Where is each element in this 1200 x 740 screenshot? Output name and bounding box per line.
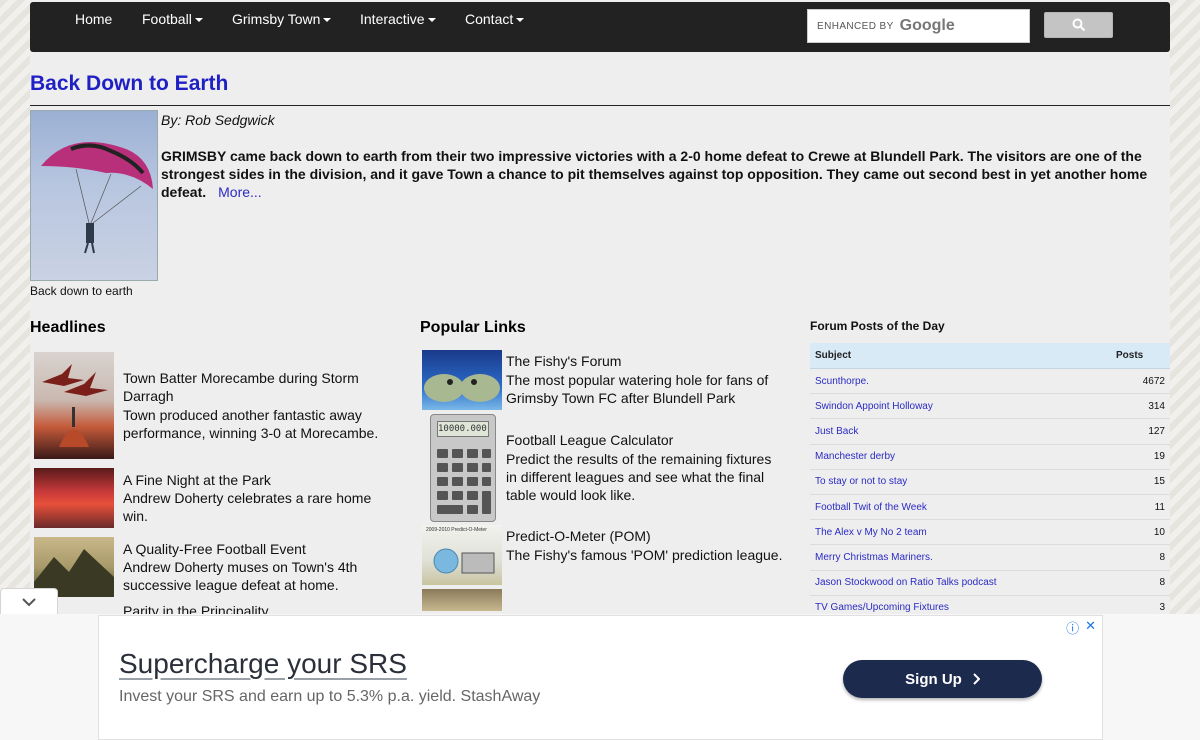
- nav-interactive-label: Interactive: [360, 11, 425, 27]
- forum-post-count: 8: [1159, 577, 1165, 589]
- popular-link-thumbnail: [422, 589, 502, 611]
- pom-label: 2009-2010 Predict-O-Meter: [426, 527, 487, 533]
- title-divider: [30, 105, 1170, 106]
- forum-subject-link[interactable]: Football Twit of the Week: [810, 502, 1110, 513]
- forum-post-count: 19: [1153, 451, 1165, 463]
- forum-subject-link[interactable]: TV Games/Upcoming Fixtures: [810, 602, 1110, 613]
- popular-link-desc: The most popular watering hole for fans …: [506, 372, 769, 406]
- forum-subject-link[interactable]: Scunthorpe.: [810, 376, 1110, 387]
- nav-home[interactable]: Home: [75, 11, 112, 27]
- forum-subject-link[interactable]: Merry Christmas Mariners.: [810, 552, 1110, 563]
- chevron-down-icon: [22, 597, 36, 606]
- popular-link[interactable]: Predict-O-Meter (POM): [506, 527, 786, 545]
- caret-down-icon: [516, 17, 525, 22]
- forum-col-subject: Subject: [815, 350, 852, 361]
- ad-headline[interactable]: Supercharge your SRS: [119, 648, 407, 680]
- headline-link[interactable]: A Quality-Free Football Event: [123, 540, 383, 558]
- image-caption: Back down to earth: [30, 284, 133, 298]
- forum-post-count: 15: [1153, 476, 1165, 488]
- article-lead: GRIMSBY came back down to earth from the…: [161, 147, 1161, 201]
- forum-post-count: 4672: [1142, 375, 1165, 387]
- more-link[interactable]: More...: [218, 184, 262, 200]
- table-row[interactable]: To stay or not to stay 15: [810, 470, 1170, 495]
- calculator-icon: 10000.000: [430, 414, 496, 522]
- forum-subject-link[interactable]: Swindon Appoint Holloway: [810, 401, 1110, 412]
- search-icon: [1072, 18, 1085, 32]
- table-row[interactable]: Swindon Appoint Holloway 314: [810, 394, 1170, 420]
- chevron-right-icon: [973, 673, 980, 685]
- forum-post-count: 3: [1159, 602, 1165, 614]
- sign-up-button[interactable]: Sign Up: [843, 660, 1042, 698]
- forum-post-count: 127: [1148, 425, 1165, 437]
- headlines-title: Headlines: [30, 319, 106, 336]
- close-icon[interactable]: ✕: [1085, 618, 1096, 637]
- forum-table: Subject Posts Scunthorpe. 4672 Swindon Ap…: [810, 343, 1170, 621]
- popular-link[interactable]: The Fishy's Forum: [506, 352, 786, 370]
- forum-post-count: 11: [1154, 501, 1165, 513]
- table-row[interactable]: The Alex v My No 2 team 10: [810, 520, 1170, 546]
- popular-link-thumbnail: 2009-2010 Predict-O-Meter: [422, 525, 502, 585]
- nav-interactive[interactable]: Interactive: [360, 11, 436, 27]
- table-row[interactable]: Manchester derby 19: [810, 445, 1170, 470]
- popular-link-desc: The Fishy's famous 'POM' prediction leag…: [506, 547, 783, 563]
- search-input[interactable]: ENHANCED BY Google: [807, 9, 1030, 43]
- popular-links-title: Popular Links: [420, 319, 526, 336]
- headline-link[interactable]: Parity in the Principality: [123, 602, 383, 614]
- forum-subject-link[interactable]: Just Back: [810, 426, 1110, 437]
- nav-contact-label: Contact: [465, 11, 514, 27]
- nav-football-label: Football: [142, 11, 192, 27]
- forum-post-count: 10: [1153, 526, 1165, 538]
- headline-desc: Andrew Doherty muses on Town's 4th succe…: [123, 559, 358, 593]
- forum-title: Forum Posts of the Day: [810, 319, 945, 333]
- nav-home-label: Home: [75, 11, 113, 27]
- table-row[interactable]: Jason Stockwood on Ratio Talks podcast 8: [810, 571, 1170, 596]
- headline-desc: Town produced another fantastic away per…: [123, 407, 379, 441]
- top-navbar: Home Football Grimsby Town Interactive C…: [30, 2, 1170, 52]
- headline-link[interactable]: Town Batter Morecambe during Storm Darra…: [123, 369, 373, 405]
- nav-grimsby-town-label: Grimsby Town: [232, 11, 321, 27]
- headline-thumbnail: [34, 352, 114, 459]
- headline-desc: Andrew Doherty celebrates a rare home wi…: [123, 490, 372, 524]
- parachute-image: [41, 141, 153, 254]
- forum-subject-link[interactable]: Manchester derby: [810, 451, 1110, 462]
- search-enhanced-label: ENHANCED BY: [817, 20, 894, 32]
- popular-link-thumbnail: [422, 350, 502, 410]
- caret-down-icon: [427, 17, 436, 22]
- google-logo: Google: [899, 17, 955, 34]
- headline-thumbnail: [34, 468, 114, 528]
- table-row[interactable]: Just Back 127: [810, 419, 1170, 445]
- nav-football[interactable]: Football: [142, 11, 203, 27]
- forum-col-posts: Posts: [1116, 350, 1144, 361]
- headline-link[interactable]: A Fine Night at the Park: [123, 471, 383, 489]
- caret-down-icon: [323, 17, 332, 22]
- info-icon[interactable]: ⓘ: [1066, 618, 1079, 637]
- forum-table-header: Subject Posts: [810, 343, 1170, 369]
- forum-post-count: 8: [1159, 551, 1165, 563]
- popular-link-desc: Predict the results of the remaining fix…: [506, 451, 772, 503]
- search-button[interactable]: [1044, 12, 1113, 38]
- ad-controls: ⓘ ✕: [1066, 618, 1096, 637]
- ad-body: Invest your SRS and earn up to 5.3% p.a.…: [119, 688, 541, 705]
- ad-collapse-button[interactable]: [0, 588, 58, 614]
- nav-grimsby-town[interactable]: Grimsby Town: [232, 11, 332, 27]
- article-image[interactable]: [30, 110, 158, 281]
- forum-subject-link[interactable]: To stay or not to stay: [810, 476, 1110, 487]
- table-row[interactable]: Scunthorpe. 4672: [810, 369, 1170, 395]
- forum-subject-link[interactable]: Jason Stockwood on Ratio Talks podcast: [810, 577, 1110, 588]
- article-title[interactable]: Back Down to Earth: [30, 72, 228, 96]
- nav-contact[interactable]: Contact: [465, 11, 525, 27]
- forum-subject-link[interactable]: The Alex v My No 2 team: [810, 527, 1110, 538]
- article-lead-text: GRIMSBY came back down to earth from the…: [161, 148, 1148, 200]
- caret-down-icon: [194, 17, 203, 22]
- table-row[interactable]: Merry Christmas Mariners. 8: [810, 545, 1170, 571]
- table-row[interactable]: Football Twit of the Week 11: [810, 495, 1170, 521]
- popular-link[interactable]: Football League Calculator: [506, 431, 786, 449]
- advertisement[interactable]: ⓘ ✕ Supercharge your SRS Invest your SRS…: [98, 615, 1103, 740]
- forum-post-count: 314: [1148, 400, 1165, 412]
- article-byline: By: Rob Sedgwick: [161, 112, 275, 128]
- sign-up-label: Sign Up: [905, 670, 962, 688]
- calculator-display: 10000.000: [437, 421, 489, 437]
